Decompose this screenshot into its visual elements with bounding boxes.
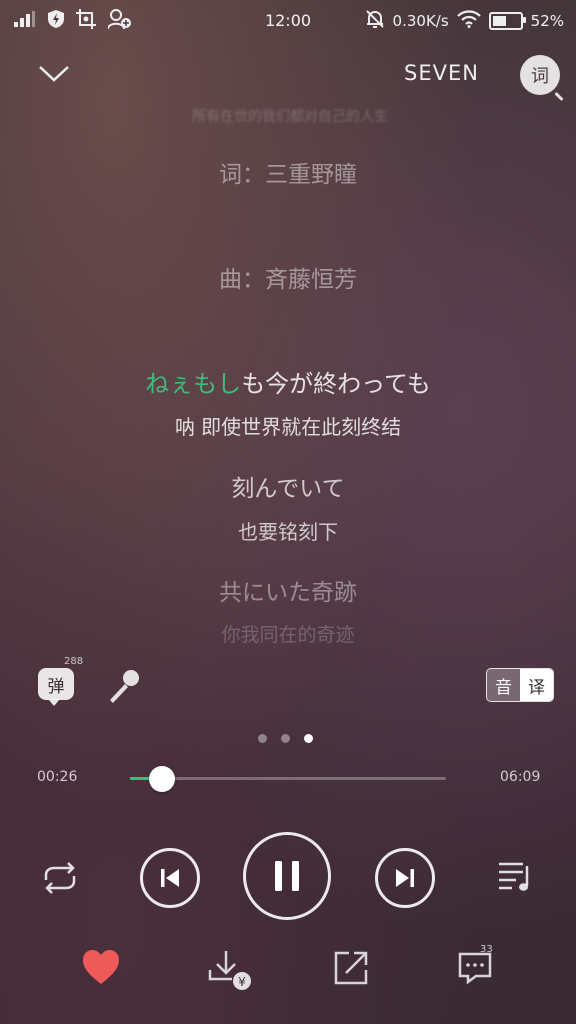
danmu-count: 288 — [64, 656, 84, 667]
playlist-icon — [499, 862, 529, 891]
current-lyric-translation: 呐 即使世界就在此刻终结 — [174, 415, 402, 439]
faded-lyric-line: 所有在世的我们都对自己的人生 — [192, 109, 388, 125]
like-button[interactable] — [81, 948, 121, 988]
karaoke-button[interactable] — [104, 666, 144, 706]
third-lyric-line: 共にいた奇跡 — [219, 580, 357, 606]
wifi-icon — [456, 10, 481, 32]
current-lyric-line: ねぇもしも今が終わっても — [0, 364, 576, 399]
page-dot[interactable] — [281, 734, 290, 743]
composer-line: 曲：斉藤恒芳 — [219, 267, 357, 293]
lyricist-line: 词：三重野瞳 — [219, 162, 357, 188]
pause-button[interactable] — [243, 832, 331, 920]
page-dot[interactable] — [258, 734, 267, 743]
page-indicator — [258, 734, 313, 743]
page-dot-active[interactable] — [304, 734, 313, 743]
next-lyric-translation: 也要铭刻下 — [238, 520, 338, 544]
lyric-mode-toggle: 音 译 — [486, 668, 554, 702]
romaji-toggle[interactable]: 音 — [487, 669, 520, 701]
next-lyric-line: 刻んでいて — [231, 476, 345, 502]
third-lyric-translation: 你我同在的奇迹 — [221, 624, 355, 646]
danmu-button[interactable]: 弹 — [38, 668, 74, 706]
pause-icon — [275, 861, 299, 891]
collapse-button[interactable] — [34, 58, 74, 92]
paid-download-icon: ¥ — [208, 951, 251, 990]
lyrics-icon: 词 — [531, 66, 549, 87]
microphone-icon — [110, 670, 139, 703]
battery-percent: 52% — [530, 12, 564, 30]
mute-bell-icon — [365, 9, 385, 33]
skip-previous-icon — [161, 869, 179, 887]
skip-next-icon — [396, 869, 414, 887]
translation-toggle[interactable]: 译 — [520, 669, 553, 701]
chevron-down-icon — [39, 66, 69, 82]
progress-thumb[interactable] — [149, 766, 176, 792]
share-icon — [334, 951, 368, 985]
lyrics-search-button[interactable]: 词 — [520, 55, 560, 95]
previous-button[interactable] — [140, 848, 200, 908]
next-button[interactable] — [375, 848, 435, 908]
net-speed: 0.30K/s — [392, 12, 449, 30]
elapsed-time: 00:26 — [37, 769, 78, 785]
battery-icon — [488, 12, 526, 30]
repeat-button[interactable] — [38, 858, 82, 898]
current-lyric-rest: も今が終わっても — [241, 370, 431, 398]
song-title: SEVEN — [404, 61, 478, 85]
svg-text:¥: ¥ — [238, 975, 246, 989]
progress-track[interactable] — [130, 777, 446, 780]
current-lyric-sung: ねぇもし — [145, 370, 242, 398]
heart-icon — [83, 950, 119, 984]
danmu-label: 弹 — [47, 676, 65, 697]
share-button[interactable] — [331, 948, 371, 988]
playlist-button[interactable] — [496, 858, 536, 898]
download-button[interactable]: ¥ — [206, 948, 254, 990]
total-time: 06:09 — [500, 769, 541, 785]
comment-count: 33 — [480, 944, 493, 955]
status-bar: 12:00 0.30K/s 52% — [0, 0, 576, 40]
repeat-icon — [44, 862, 76, 894]
lyrics-panel[interactable]: 所有在世的我们都对自己的人生 词：三重野瞳 曲：斉藤恒芳 ねぇもしも今が終わって… — [0, 100, 576, 660]
